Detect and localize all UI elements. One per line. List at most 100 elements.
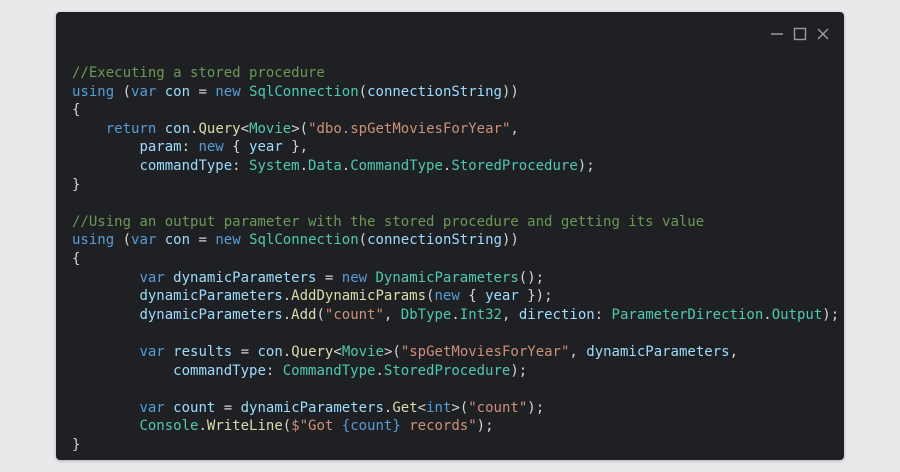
code-token: var [131, 83, 157, 100]
code-line: var dynamicParameters = new DynamicParam… [72, 269, 839, 288]
code-token: Output [771, 306, 823, 323]
code-token: //Executing a stored procedure [72, 65, 325, 81]
code-token: dynamicParameters [240, 399, 384, 416]
code-token: (); [518, 269, 545, 286]
code-token: Console [139, 418, 199, 435]
code-token: DbType [400, 306, 452, 323]
code-token: new [434, 288, 460, 305]
code-token: } [72, 176, 81, 193]
code-token: : [265, 362, 283, 379]
code-token: {count} [341, 418, 401, 435]
code-token: CommandType [282, 362, 376, 379]
code-token: StoredProcedure [451, 157, 578, 174]
code-block[interactable]: //Executing a stored procedure using (var… [72, 64, 839, 454]
code-token: : [181, 139, 199, 156]
code-token: int [426, 399, 452, 416]
code-token: . [341, 157, 351, 174]
code-token: >( [291, 120, 309, 137]
code-token: StoredProcedure [383, 362, 511, 379]
code-token: . [375, 362, 384, 379]
code-token: new [341, 269, 368, 286]
code-token: Add [291, 306, 317, 323]
code-token: "count" [324, 306, 384, 323]
code-token: ParameterDirection [611, 306, 764, 323]
code-line: var results = con.Query<Movie>("spGetMov… [72, 343, 839, 362]
code-token: DynamicParameters [375, 269, 519, 286]
code-token: return [105, 120, 157, 137]
code-line: var count = dynamicParameters.Get<int>("… [72, 399, 839, 418]
code-line: { [72, 101, 839, 120]
code-token: var [131, 232, 157, 249]
code-token: )) [501, 232, 519, 249]
code-token: >( [383, 343, 401, 360]
code-token: Get [392, 399, 418, 416]
code-token: < [417, 399, 427, 416]
code-token: dynamicParameters [586, 343, 730, 360]
code-token: Movie [249, 120, 292, 137]
code-line: return con.Query<Movie>("dbo.spGetMovies… [72, 120, 839, 139]
code-token: } [72, 436, 81, 453]
code-token: ); [476, 418, 494, 435]
code-token: ); [527, 399, 545, 416]
minimize-icon[interactable] [770, 27, 784, 41]
code-token: SqlConnection [249, 232, 359, 249]
code-token: direction [518, 306, 595, 323]
window-controls [770, 27, 830, 41]
code-token: { [223, 139, 250, 156]
code-token: connectionString [367, 83, 502, 100]
code-token: var [139, 269, 165, 286]
code-line: dynamicParameters.AddDynamicParams(new {… [72, 287, 839, 306]
code-token: . [282, 288, 292, 305]
code-token: < [333, 343, 342, 360]
code-token: commandType [173, 362, 266, 379]
code-token: new [215, 83, 241, 100]
code-token: AddDynamicParams [291, 288, 427, 305]
code-token: , [501, 306, 519, 323]
code-token: = [190, 83, 216, 100]
code-token: : [232, 157, 250, 174]
code-token: results [173, 343, 233, 360]
code-token: con [257, 343, 283, 360]
code-line: using (var con = new SqlConnection(conne… [72, 231, 839, 250]
maximize-icon[interactable] [793, 27, 807, 41]
code-token: = [232, 343, 258, 360]
code-token: commandType [139, 157, 233, 174]
code-token: param [139, 139, 182, 156]
code-token: }, [282, 139, 309, 156]
code-token: year [485, 288, 519, 305]
code-token: records" [400, 418, 477, 435]
code-line: } [72, 176, 839, 195]
code-token: { [459, 288, 486, 305]
code-token: ( [358, 232, 368, 249]
code-token: dynamicParameters [173, 269, 317, 286]
code-line: } [72, 436, 839, 455]
code-token: ); [577, 157, 595, 174]
code-token: Query [291, 343, 334, 360]
code-token: )) [501, 83, 519, 100]
code-token: using [72, 232, 115, 249]
code-token: var [139, 399, 165, 416]
code-token: < [240, 120, 250, 137]
code-token: ( [114, 232, 132, 249]
code-token: . [299, 157, 309, 174]
code-token: //Using an output parameter with the sto… [72, 213, 705, 230]
code-token: = [215, 399, 241, 416]
code-token: new [198, 139, 224, 156]
close-icon[interactable] [816, 27, 830, 41]
code-token: : [594, 306, 612, 323]
code-token: ( [316, 306, 325, 323]
code-token: SqlConnection [249, 83, 359, 100]
